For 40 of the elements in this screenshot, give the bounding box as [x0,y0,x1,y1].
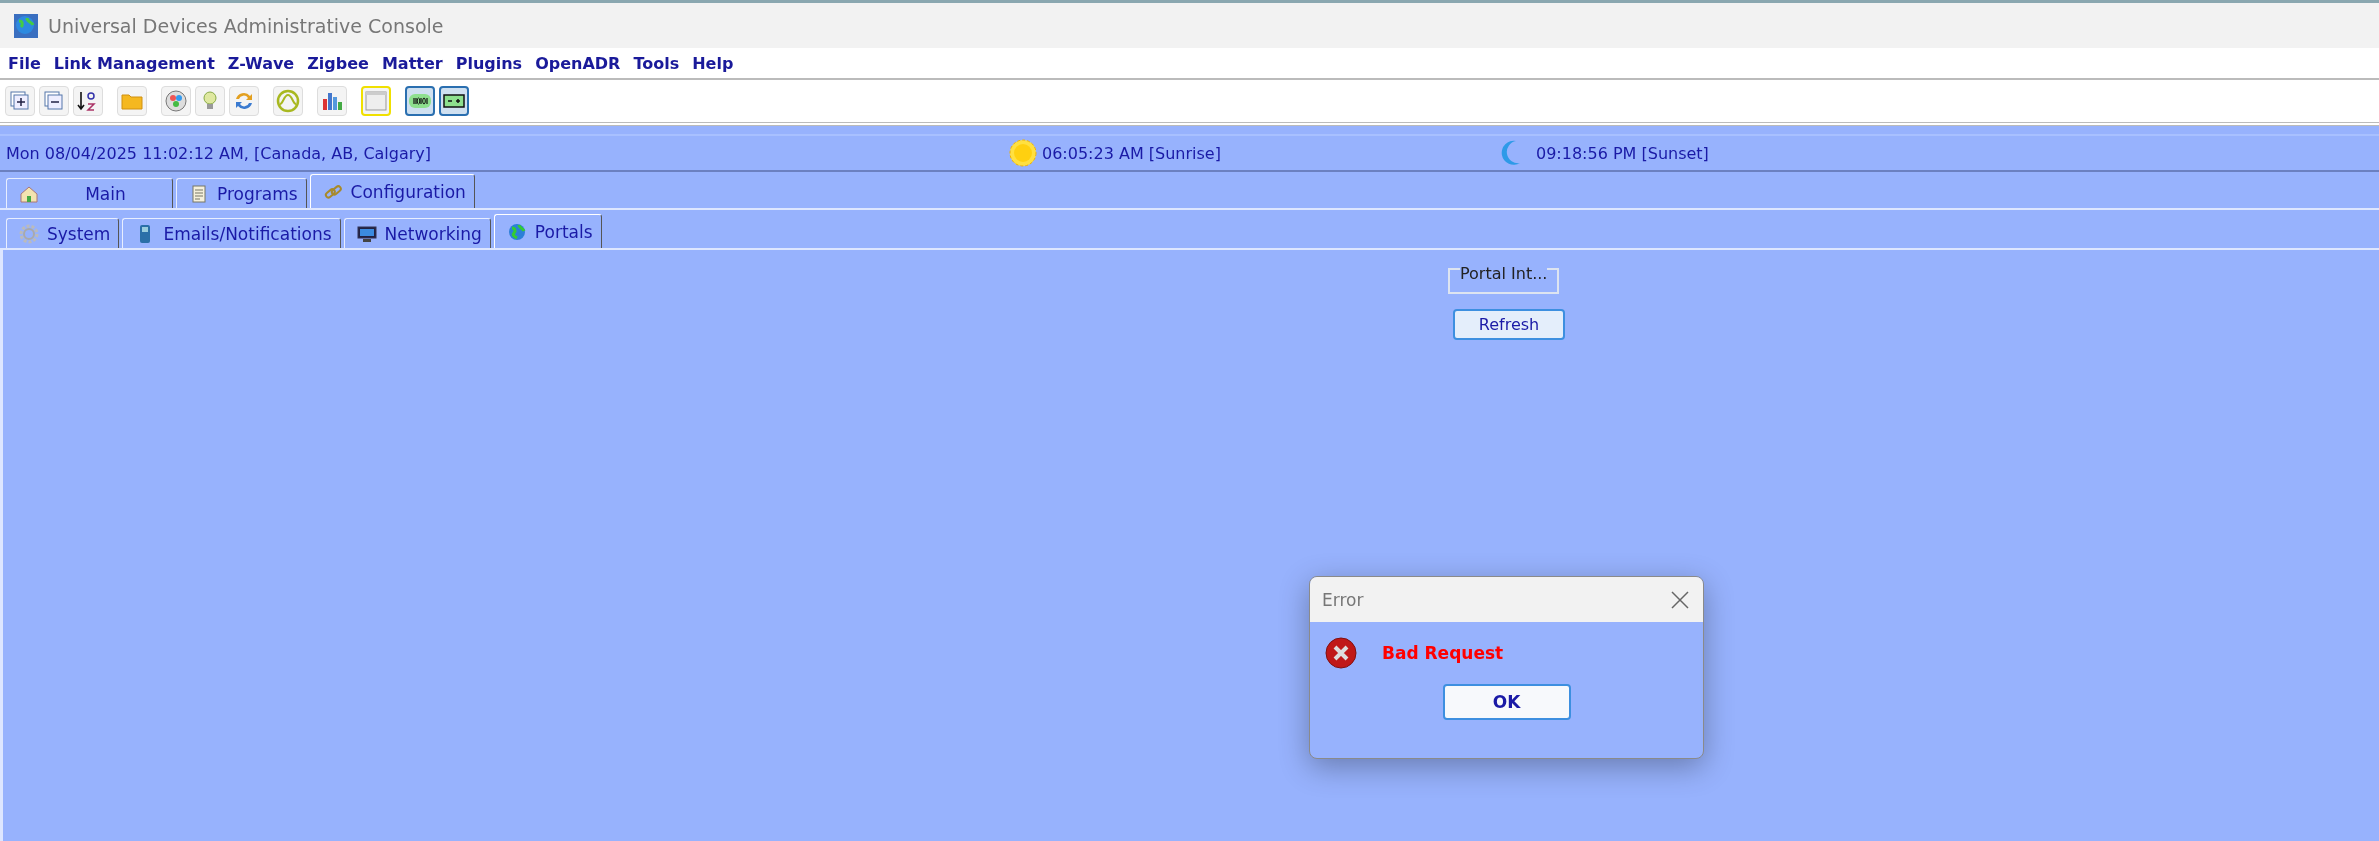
menu-item[interactable]: File [8,53,41,73]
window-title: Universal Devices Administrative Console [48,14,444,37]
dialog-title: Error [1322,589,1364,610]
tab[interactable]: Portals [493,214,602,248]
close-button[interactable] [1669,588,1691,611]
tab[interactable]: Emails/Notifications [122,218,341,248]
menu-item[interactable]: Z-Wave [227,53,295,73]
menu-item[interactable]: Zigbee [307,53,369,73]
toolbar-button[interactable] [439,86,469,116]
ok-button[interactable]: OK [1442,684,1571,720]
window-icon [364,89,388,113]
menu-item[interactable]: Tools [633,53,680,73]
tab[interactable]: Networking [343,218,491,248]
tab[interactable]: System [6,218,120,248]
menu-item[interactable]: Plugins [455,53,523,73]
date-time-location: Mon 08/04/2025 11:02:12 AM, [Canada, AB, Calgary] [6,143,433,163]
menu-item[interactable]: Matter [381,53,443,73]
tab[interactable]: Configuration [309,174,475,208]
error-icon [1324,636,1358,670]
tab[interactable]: Programs [176,178,307,208]
network-icon [164,89,188,113]
app-globe-icon [13,12,39,39]
expand-all-icon [8,89,32,113]
globe-icon [506,221,527,242]
gear-icon [19,223,39,244]
notepad-icon [189,183,209,204]
monitor-icon [356,223,377,244]
toolbar-button[interactable] [405,86,435,116]
sun-icon [1008,138,1038,168]
tab[interactable]: Main [6,178,173,208]
close-icon [1669,588,1691,611]
wave-circle-icon [276,89,300,113]
menu-item[interactable]: OpenADR [535,53,621,73]
menu-item[interactable]: Link Management [53,53,215,73]
menu-item[interactable]: Help [692,53,734,73]
collapse-all-icon [42,89,66,113]
sunrise-time: 06:05:23 AM [Sunrise] [1042,143,1221,163]
sunset-time: 09:18:56 PM [Sunset] [1536,143,1709,163]
error-message: Bad Request [1382,643,1504,663]
refresh-button[interactable]: Refresh [1453,309,1565,340]
